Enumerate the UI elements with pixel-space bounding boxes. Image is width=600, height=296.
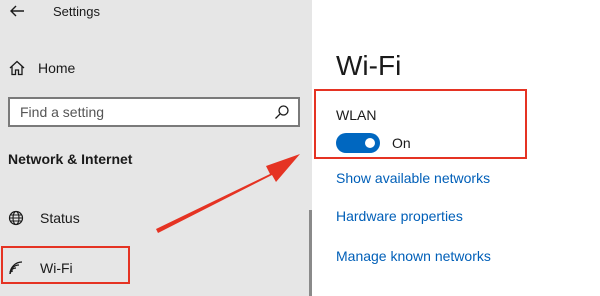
search-input[interactable] bbox=[10, 103, 274, 121]
sidebar-scrollbar[interactable] bbox=[309, 210, 312, 296]
sidebar-item-home[interactable]: Home bbox=[8, 56, 75, 80]
section-heading: Network & Internet bbox=[8, 151, 133, 167]
annotation-highlight-wlan bbox=[314, 89, 527, 159]
app-title: Settings bbox=[53, 4, 100, 19]
page-title: Wi-Fi bbox=[336, 50, 402, 81]
search-icon[interactable] bbox=[274, 104, 290, 120]
hardware-properties-link[interactable]: Hardware properties bbox=[336, 208, 463, 224]
sidebar-item-status[interactable]: Status bbox=[8, 206, 80, 230]
globe-icon bbox=[8, 210, 24, 226]
back-arrow-icon[interactable] bbox=[8, 2, 26, 20]
home-icon bbox=[9, 60, 25, 76]
search-box[interactable] bbox=[8, 97, 300, 127]
sidebar-item-label: Status bbox=[40, 210, 80, 226]
annotation-highlight-wifi bbox=[1, 246, 130, 284]
sidebar-item-label: Home bbox=[38, 60, 76, 76]
manage-known-networks-link[interactable]: Manage known networks bbox=[336, 248, 491, 264]
show-available-networks-link[interactable]: Show available networks bbox=[336, 170, 490, 186]
